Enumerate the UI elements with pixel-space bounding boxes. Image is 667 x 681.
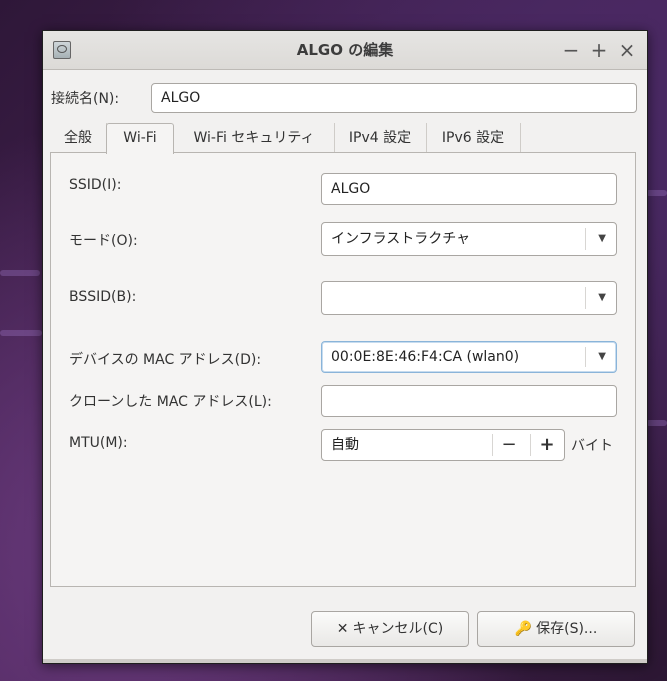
device-mac-dropdown[interactable]: 00:0E:8E:46:F4:CA (wlan0) ▼ <box>321 341 617 373</box>
device-mac-label: デバイスの MAC アドレス(D): <box>69 352 262 368</box>
window-title: ALGO の編集 <box>296 41 394 59</box>
tab-ipv4[interactable]: IPv4 設定 <box>334 123 427 153</box>
device-mac-value: 00:0E:8E:46:F4:CA (wlan0) <box>331 349 520 365</box>
mtu-value: 自動 <box>331 437 359 453</box>
ssid-label: SSID(I): <box>69 177 122 193</box>
mode-label: モード(O): <box>69 233 138 249</box>
mode-value: インフラストラクチャ <box>331 231 471 247</box>
tab-ipv6[interactable]: IPv6 設定 <box>426 123 521 153</box>
cloned-mac-input[interactable] <box>321 385 617 417</box>
ssid-input[interactable]: ALGO <box>321 173 617 205</box>
edit-connection-dialog: ALGO の編集 − + × 接続名(N): ALGO 全般 Wi-Fi Wi-… <box>42 30 648 664</box>
wifi-settings-panel: SSID(I): ALGO モード(O): インフラストラクチャ ▼ BSSID… <box>50 152 636 587</box>
wallpaper-streak <box>0 270 40 276</box>
mtu-unit-label: バイト <box>571 438 613 454</box>
connection-name-input[interactable]: ALGO <box>151 83 637 113</box>
mtu-decrement-button[interactable]: − <box>496 430 522 460</box>
connection-name-value: ALGO <box>161 90 201 106</box>
cancel-button-label: キャンセル(C) <box>352 621 444 637</box>
chevron-down-icon: ▼ <box>598 233 606 244</box>
bssid-label: BSSID(B): <box>69 289 137 305</box>
chevron-down-icon: ▼ <box>598 292 606 303</box>
mtu-spinner[interactable]: 自動 − + <box>321 429 565 461</box>
close-icon[interactable]: × <box>617 31 637 69</box>
mode-dropdown[interactable]: インフラストラクチャ ▼ <box>321 222 617 256</box>
key-icon: 🔑 <box>514 621 533 637</box>
cloned-mac-label: クローンした MAC アドレス(L): <box>69 394 272 410</box>
cancel-button[interactable]: ✕ キャンセル(C) <box>311 611 469 647</box>
chevron-down-icon: ▼ <box>598 351 606 362</box>
ssid-value: ALGO <box>331 181 371 197</box>
mtu-increment-button[interactable]: + <box>534 430 560 460</box>
bssid-dropdown[interactable]: ▼ <box>321 281 617 315</box>
tab-wifi[interactable]: Wi-Fi <box>106 123 174 154</box>
window-bottom-border <box>43 659 647 663</box>
save-button-label: 保存(S)... <box>536 621 598 637</box>
maximize-icon[interactable]: + <box>589 31 609 69</box>
wallpaper-streak <box>646 420 667 426</box>
minimize-icon[interactable]: − <box>561 31 581 69</box>
tab-wifi-security[interactable]: Wi-Fi セキュリティ <box>174 123 335 153</box>
connection-name-row: 接続名(N): ALGO <box>43 83 647 113</box>
wallpaper-streak <box>0 330 42 336</box>
cancel-icon: ✕ <box>336 621 349 637</box>
tab-general[interactable]: 全般 <box>50 123 107 153</box>
mtu-label: MTU(M): <box>69 435 128 451</box>
connection-name-label: 接続名(N): <box>51 91 120 107</box>
save-button[interactable]: 🔑 保存(S)... <box>477 611 635 647</box>
title-bar[interactable]: ALGO の編集 − + × <box>43 31 647 70</box>
wallpaper-streak <box>646 190 667 196</box>
